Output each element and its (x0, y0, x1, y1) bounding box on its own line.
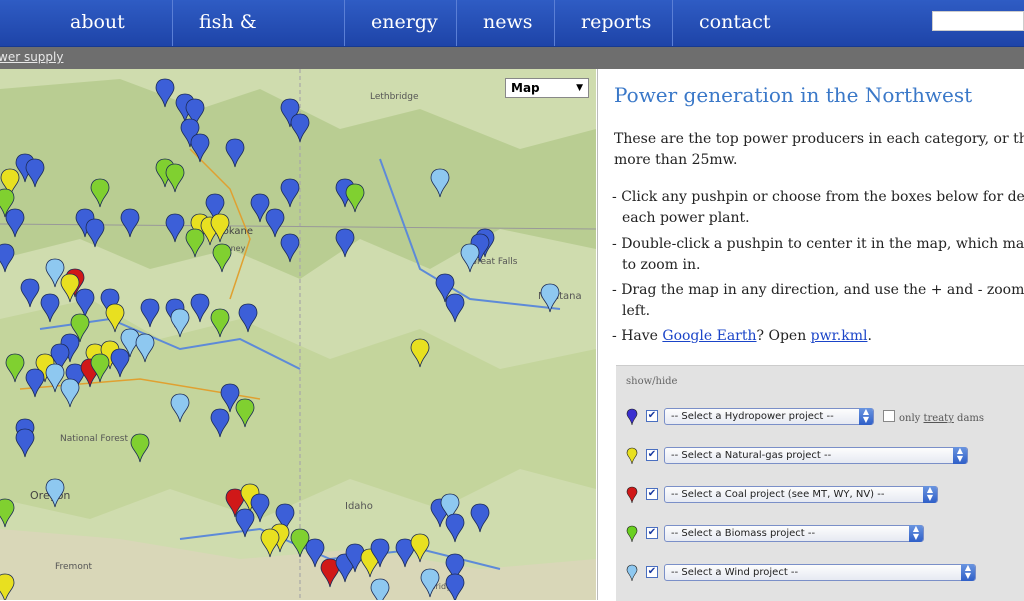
instruction-item: - Click any pushpin or choose from the b… (612, 187, 1024, 229)
kml-link[interactable]: pwr.kml (811, 328, 868, 344)
gas-select-value: -- Select a Natural-gas project -- (671, 450, 832, 461)
biomass-select-value: -- Select a Biomass project -- (671, 528, 816, 539)
intro-line: These are the top power producers in eac… (614, 131, 1024, 147)
info-panel: Power generation in the Northwest These … (597, 69, 1024, 601)
instruction-item: - Double-click a pushpin to center it in… (612, 236, 1024, 273)
nav-about-us[interactable]: about us (44, 0, 172, 77)
wind-checkbox[interactable]: ✔ (646, 566, 658, 578)
chevron-down-icon: ▼ (576, 83, 583, 93)
treaty-dams-toggle[interactable]: only treaty dams (883, 410, 984, 424)
hydro-select-value: -- Select a Hydropower project -- (671, 411, 834, 422)
instruction-text: Drag the map in any direction, and use t… (621, 282, 1024, 298)
instruction-text: each power plant. (622, 210, 750, 226)
instruction-text: Click any pushpin or choose from the box… (621, 189, 1024, 205)
treaty-checkbox[interactable] (883, 410, 895, 422)
breadcrumb-link[interactable]: wer supply (0, 50, 63, 64)
map-label: Idaho (345, 501, 373, 512)
intro-line: more than 25mw. (614, 152, 738, 168)
top-nav: about us fish & wildlife energy news rep… (0, 0, 1024, 77)
show-hide-label: show/hide (626, 376, 678, 387)
map-view[interactable]: Lethbridge Spokane Great Falls Montana O… (0, 69, 596, 600)
map-label: National Forest (60, 434, 128, 444)
select-arrows-icon: ▲ ▼ (953, 447, 967, 464)
map-label: Fremont (55, 562, 93, 572)
instruction-text: to zoom in. (622, 257, 701, 273)
instruction-item: - Have Google Earth? Open pwr.kml. (612, 328, 872, 344)
page-title: Power generation in the Northwest (614, 83, 973, 107)
coal-select-value: -- Select a Coal project (see MT, WY, NV… (671, 489, 885, 500)
coal-select[interactable]: -- Select a Coal project (see MT, WY, NV… (664, 486, 938, 503)
nav-reports[interactable]: reports (554, 0, 672, 46)
layer-controls: show/hide ✔ -- Select a Hydropower proje… (616, 365, 1024, 601)
google-earth-link[interactable]: Google Earth (662, 328, 756, 344)
biomass-checkbox[interactable]: ✔ (646, 527, 658, 539)
gas-pin-icon (626, 447, 638, 465)
search-input[interactable] (932, 11, 1024, 31)
hydro-select[interactable]: -- Select a Hydropower project -- ▲ ▼ (664, 408, 874, 425)
wind-pin-icon (626, 564, 638, 582)
nav-news[interactable]: news (456, 0, 554, 46)
treaty-label: only (899, 413, 924, 424)
gas-select[interactable]: -- Select a Natural-gas project -- ▲ ▼ (664, 447, 968, 464)
wind-select-value: -- Select a Wind project -- (671, 567, 799, 578)
map-type-select[interactable]: Map ▼ (505, 78, 589, 98)
instruction-text: . (867, 328, 872, 344)
map-canvas[interactable]: Lethbridge Spokane Great Falls Montana O… (0, 69, 596, 600)
gas-checkbox[interactable]: ✔ (646, 449, 658, 461)
nav-fish-wildlife[interactable]: fish & wildlife (172, 0, 344, 77)
select-arrows-icon: ▲ ▼ (923, 486, 937, 503)
nav-contact-us[interactable]: contact us (672, 0, 822, 77)
biomass-select[interactable]: -- Select a Biomass project -- ▲ ▼ (664, 525, 924, 542)
select-arrows-icon: ▲ ▼ (909, 525, 923, 542)
map-type-label: Map (511, 81, 540, 95)
instruction-item: - Drag the map in any direction, and use… (612, 282, 1024, 319)
treaty-link[interactable]: treaty (924, 413, 954, 424)
select-arrows-icon: ▲ ▼ (961, 564, 975, 581)
nav-energy[interactable]: energy (344, 0, 456, 46)
instruction-text: ? Open (756, 328, 811, 344)
biomass-pin-icon (626, 525, 638, 543)
intro-text: These are the top power producers in eac… (614, 129, 1024, 171)
instruction-text: left. (622, 303, 651, 319)
coal-pin-icon (626, 486, 638, 504)
instruction-text: Double-click a pushpin to center it in t… (621, 236, 1024, 252)
treaty-label: dams (953, 413, 985, 424)
instruction-text: Have (621, 328, 663, 344)
map-label: Lethbridge (370, 92, 419, 102)
select-arrows-icon: ▲ ▼ (859, 408, 873, 425)
coal-checkbox[interactable]: ✔ (646, 488, 658, 500)
breadcrumb-bar: wer supply (0, 47, 1024, 69)
hydro-checkbox[interactable]: ✔ (646, 410, 658, 422)
hydro-pin-icon (626, 408, 638, 426)
wind-select[interactable]: -- Select a Wind project -- ▲ ▼ (664, 564, 976, 581)
